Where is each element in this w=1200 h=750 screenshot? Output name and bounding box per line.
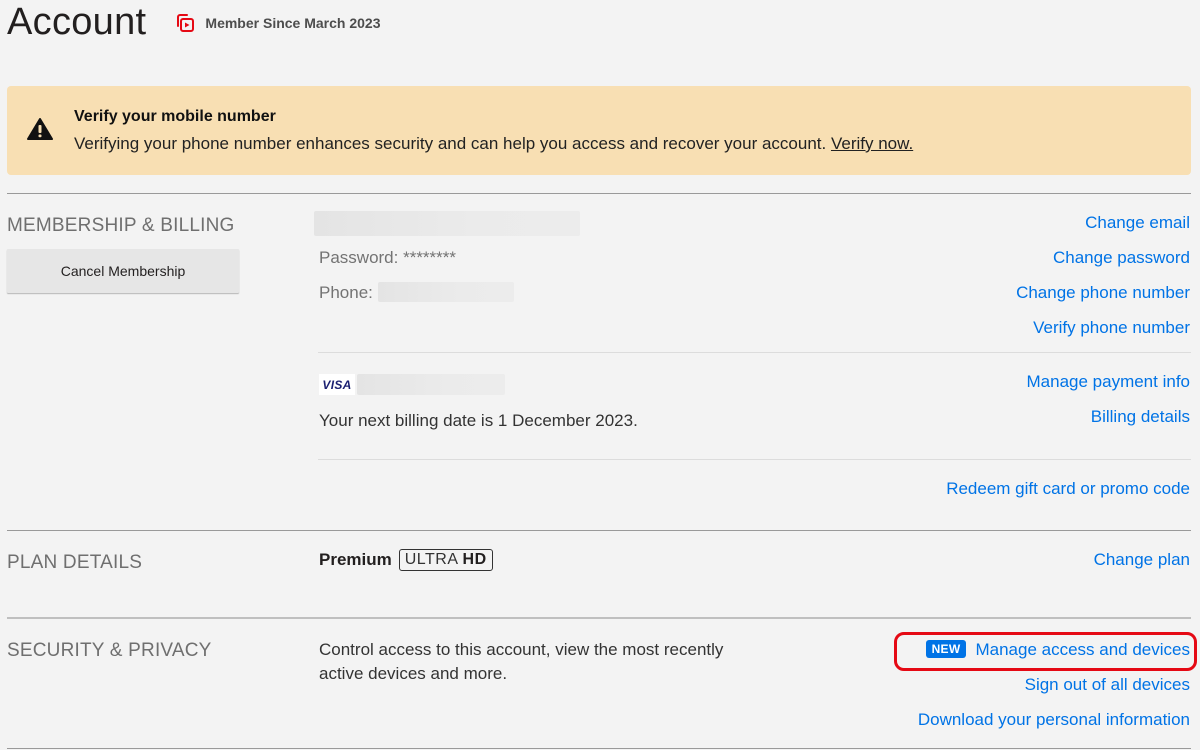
plan-details-label: PLAN DETAILS — [7, 552, 143, 573]
redeem-gift-card-link[interactable]: Redeem gift card or promo code — [946, 479, 1190, 499]
new-badge: NEW — [925, 640, 967, 658]
change-plan-link[interactable]: Change plan — [1094, 550, 1190, 570]
banner-title: Verify your mobile number — [74, 108, 276, 125]
section-divider — [7, 617, 1191, 619]
banner-message: Verifying your phone number enhances sec… — [74, 134, 827, 153]
sign-out-all-devices-link[interactable]: Sign out of all devices — [1025, 675, 1190, 695]
ultra-hd-badge: ULTRA HD — [398, 549, 493, 571]
billing-details-link[interactable]: Billing details — [1091, 407, 1190, 427]
warning-icon — [27, 118, 53, 140]
verify-now-link[interactable]: Verify now. — [831, 134, 913, 153]
manage-access-link[interactable]: NEW Manage access and devices — [925, 640, 1190, 660]
badge-hd: HD — [462, 551, 487, 568]
page-title: Account — [7, 1, 147, 43]
security-description: Control access to this account, view the… — [319, 640, 724, 683]
plan-name: Premium — [319, 550, 392, 569]
password-field: Password: ******** — [319, 248, 457, 267]
membership-billing-label: MEMBERSHIP & BILLING — [7, 215, 235, 236]
page-header: Account Member Since March 2023 — [7, 0, 381, 44]
next-billing-date: Your next billing date is 1 December 202… — [319, 411, 638, 430]
badge-ultra: ULTRA — [404, 551, 459, 568]
verify-phone-link[interactable]: Verify phone number — [1033, 318, 1190, 338]
member-since-text: Member Since March 2023 — [205, 15, 381, 31]
change-email-link[interactable]: Change email — [1085, 213, 1190, 233]
plan-info: Premium ULTRA HD — [319, 549, 493, 571]
section-divider — [7, 193, 1191, 194]
section-divider — [7, 530, 1191, 531]
download-personal-info-link[interactable]: Download your personal information — [918, 710, 1190, 730]
email-redacted — [314, 211, 580, 236]
change-password-link[interactable]: Change password — [1053, 248, 1190, 268]
subsection-divider — [318, 459, 1191, 460]
subsection-divider — [318, 352, 1191, 353]
member-badge-icon — [177, 14, 195, 32]
visa-card-icon: VISA — [319, 374, 355, 395]
verify-phone-banner: Verify your mobile number Verifying your… — [7, 86, 1191, 175]
banner-body: Verifying your phone number enhances sec… — [74, 134, 913, 154]
member-since: Member Since March 2023 — [174, 12, 381, 34]
phone-redacted — [378, 282, 514, 302]
section-divider — [7, 748, 1191, 749]
security-privacy-label: SECURITY & PRIVACY — [7, 640, 212, 661]
manage-payment-link[interactable]: Manage payment info — [1027, 372, 1191, 392]
cancel-membership-button[interactable]: Cancel Membership — [7, 249, 239, 293]
phone-label: Phone: — [319, 283, 373, 302]
card-number-redacted — [357, 374, 505, 395]
change-phone-link[interactable]: Change phone number — [1016, 283, 1190, 303]
manage-access-label: Manage access and devices — [975, 640, 1190, 659]
